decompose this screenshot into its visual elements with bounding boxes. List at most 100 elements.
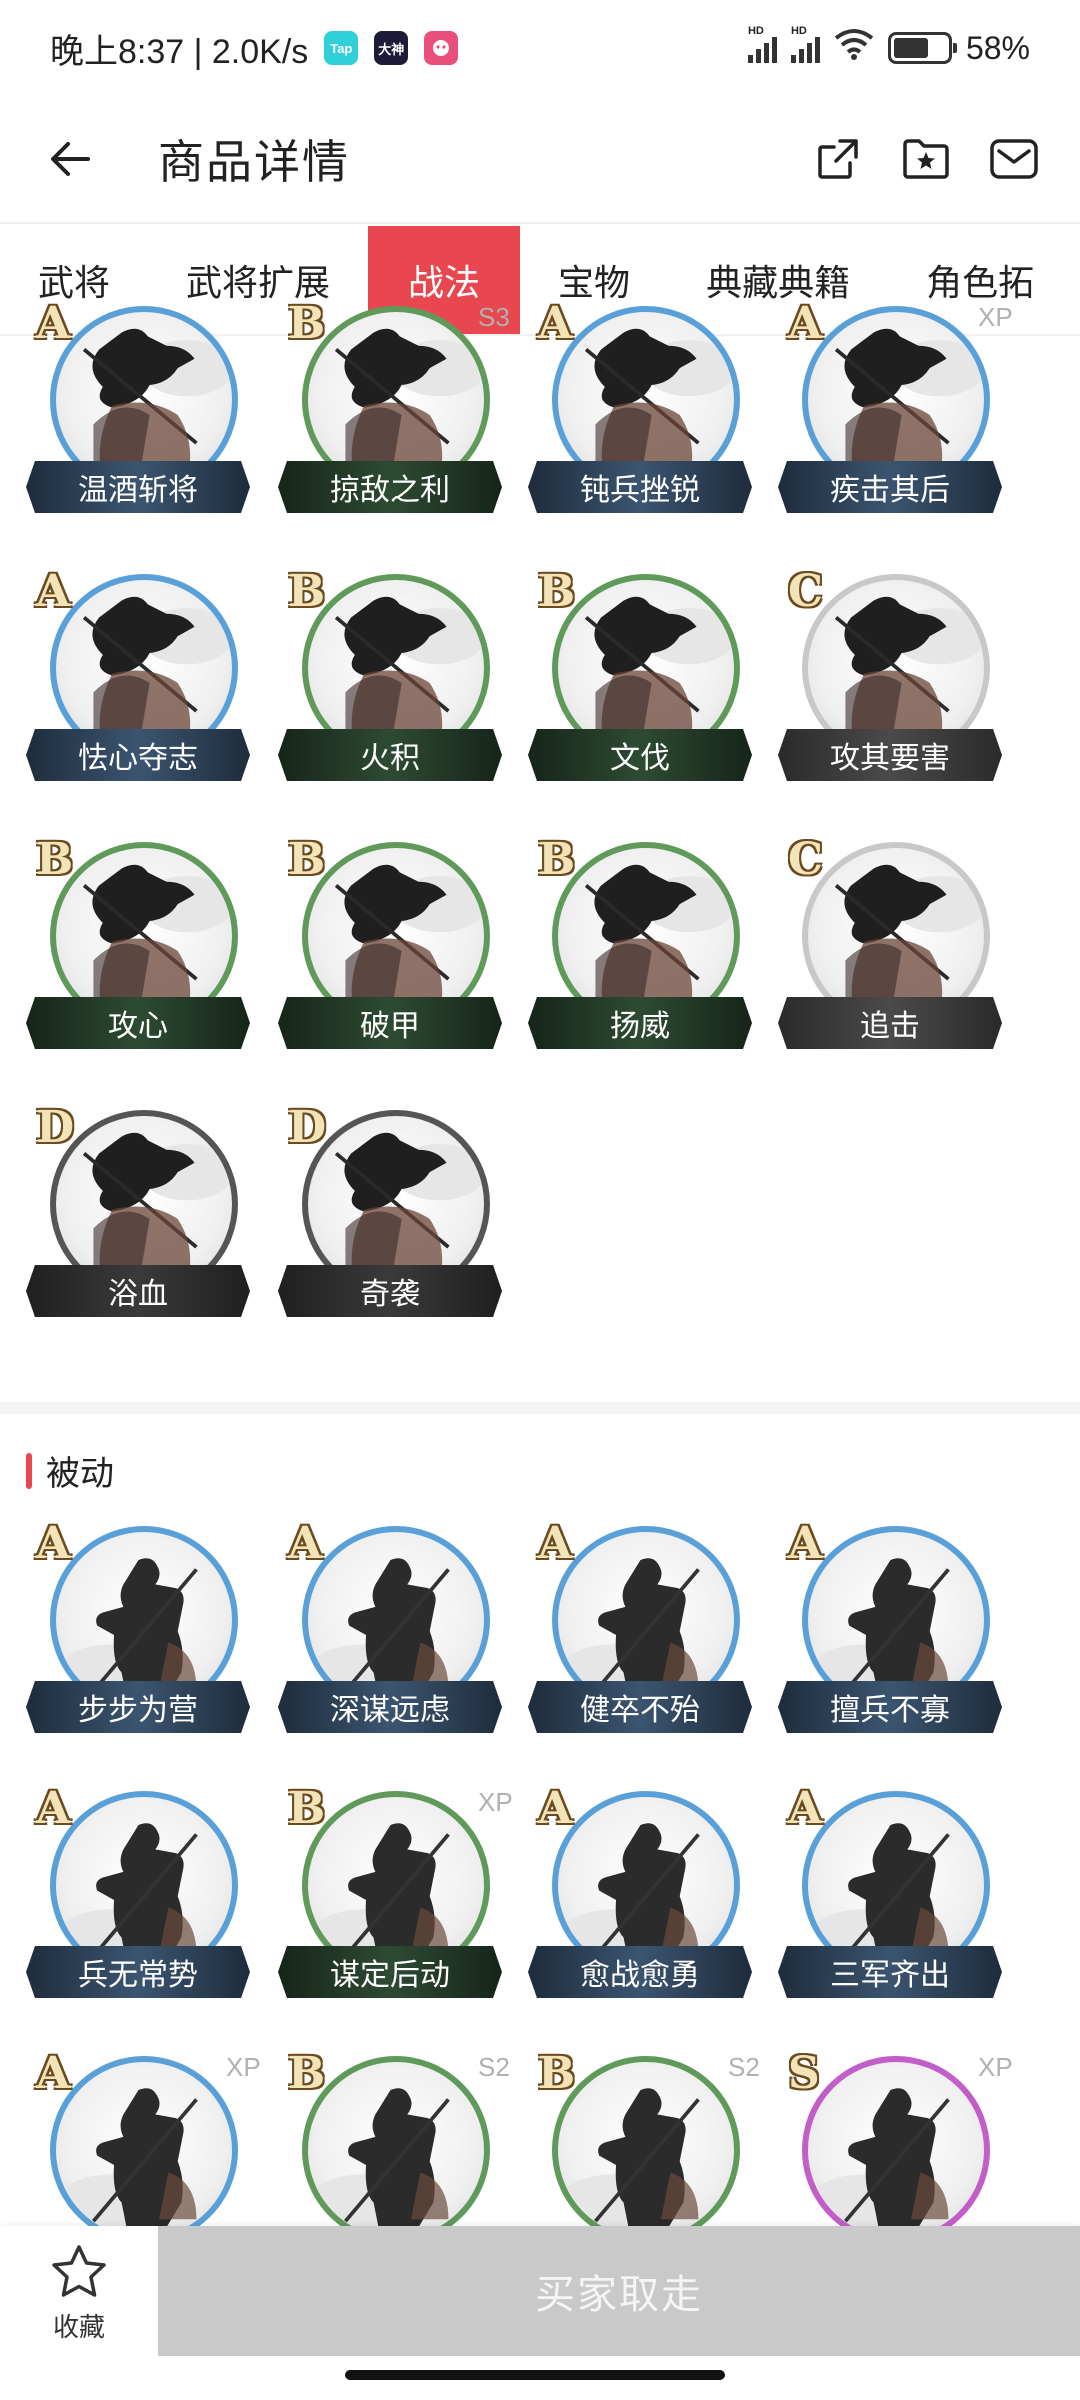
favorite-button[interactable]: 收藏 bbox=[0, 2226, 158, 2360]
tactic-season-tag: S3 bbox=[478, 302, 510, 332]
tactic-portrait bbox=[302, 2056, 490, 2244]
tactic-row: A 怯心夺志 B 火积 B 文伐 C 攻其要害 bbox=[0, 566, 1080, 824]
tactic-card[interactable]: C 追击 bbox=[778, 834, 1008, 1092]
tactic-name: 火积 bbox=[278, 729, 502, 781]
tactic-grade-badge: D bbox=[288, 1102, 327, 1153]
tactic-grade-badge: A bbox=[36, 1783, 71, 1834]
tactic-grade-badge: B bbox=[36, 834, 74, 885]
battery-percent: 58% bbox=[965, 29, 1030, 66]
tactic-card[interactable]: B S3 掠敌之利 bbox=[278, 298, 510, 556]
tactic-grade-badge: C bbox=[788, 834, 824, 885]
tactic-name: 兵无常势 bbox=[26, 1946, 250, 1998]
share-icon[interactable] bbox=[812, 133, 864, 185]
tactic-card[interactable]: A 步步为营 bbox=[26, 1518, 256, 1776]
tactic-card[interactable]: A XP 疾击其后 bbox=[778, 298, 1013, 556]
battery-icon bbox=[887, 32, 957, 64]
app-header: 商品详情 bbox=[0, 96, 1080, 224]
tactic-name: 三军齐出 bbox=[778, 1946, 1002, 1998]
tactic-grade-badge: A bbox=[788, 1783, 823, 1834]
tactic-portrait bbox=[552, 2056, 740, 2244]
wifi-icon bbox=[834, 28, 874, 68]
home-indicator bbox=[345, 2370, 725, 2380]
signal-icon: HD bbox=[747, 25, 777, 63]
tactic-name: 浴血 bbox=[26, 1265, 250, 1317]
tactic-card[interactable]: A 擅兵不寡 bbox=[778, 1518, 1008, 1776]
tactic-card[interactable]: B 攻心 bbox=[26, 834, 256, 1092]
section-accent-bar bbox=[26, 1452, 32, 1489]
section-title: 被动 bbox=[46, 1455, 114, 1493]
header-actions bbox=[812, 133, 1040, 185]
tactic-card[interactable]: B 火积 bbox=[278, 566, 508, 824]
status-right: HD HD 58% bbox=[747, 25, 1030, 68]
tactic-name: 健卒不殆 bbox=[528, 1681, 752, 1733]
tactic-grade-badge: B bbox=[538, 834, 576, 885]
signal-icon: HD bbox=[790, 25, 820, 63]
tactic-grade-badge: B bbox=[288, 566, 326, 617]
active-tactics-grid: A 温酒斩将 B S3 掠敌之利 A 钝兵挫锐 A XP 疾击其后 A 怯心夺志 B 火积 B 文伐 C 攻其要害… bbox=[0, 298, 1080, 1396]
tactic-grade-badge: A bbox=[36, 2048, 71, 2099]
tactic-card[interactable]: A 温酒斩将 bbox=[26, 298, 256, 556]
buyer-takeaway-button[interactable]: 买家取走 bbox=[158, 2226, 1080, 2356]
tactic-grade-badge: A bbox=[288, 1518, 323, 1569]
mail-icon[interactable] bbox=[988, 133, 1040, 185]
status-time: 晚上8:37 | 2.0K/s bbox=[50, 32, 309, 71]
tactic-row: B 攻心 B 破甲 B 扬威 C 追击 bbox=[0, 834, 1080, 1092]
tactic-grade-badge: A bbox=[538, 298, 573, 349]
tactic-name: 深谋远虑 bbox=[278, 1681, 502, 1733]
tactic-name: 擅兵不寡 bbox=[778, 1681, 1002, 1733]
back-arrow-icon[interactable] bbox=[40, 129, 100, 189]
tactic-card[interactable]: A 兵无常势 bbox=[26, 1783, 256, 2041]
tactic-card[interactable]: D 浴血 bbox=[26, 1102, 256, 1360]
tactic-name: 疾击其后 bbox=[778, 461, 1002, 513]
tactic-grade-badge: B bbox=[538, 2048, 576, 2099]
tactic-season-tag: XP bbox=[978, 302, 1013, 332]
tactic-card[interactable]: B XP 谋定后动 bbox=[278, 1783, 513, 2041]
tactic-card[interactable]: A 愈战愈勇 bbox=[528, 1783, 758, 2041]
tactic-card[interactable]: B 扬威 bbox=[528, 834, 758, 1092]
tactic-grade-badge: A bbox=[36, 1518, 71, 1569]
tactic-name: 追击 bbox=[778, 997, 1002, 1049]
folder-star-icon[interactable] bbox=[900, 133, 952, 185]
tactic-card[interactable]: C 攻其要害 bbox=[778, 566, 1008, 824]
tactic-grade-badge: B bbox=[538, 566, 576, 617]
section-divider bbox=[0, 1402, 1080, 1414]
section-header-passive: 被动 bbox=[26, 1446, 114, 1495]
battery-fill bbox=[893, 38, 928, 58]
tactic-grade-badge: D bbox=[36, 1102, 75, 1153]
tactic-card[interactable]: A 深谋远虑 bbox=[278, 1518, 508, 1776]
tactic-card[interactable]: B 文伐 bbox=[528, 566, 758, 824]
tactic-season-tag: XP bbox=[226, 2052, 261, 2082]
passive-tactics-grid: A 步步为营 A 深谋远虑 A 健卒不殆 A 擅兵不寡 A 兵无常势 B XP 谋定后动 A 愈战愈勇 A 三军… bbox=[0, 1518, 1080, 2244]
tactic-season-tag: XP bbox=[978, 2052, 1013, 2082]
tactic-name: 扬威 bbox=[528, 997, 752, 1049]
tactic-portrait bbox=[802, 2056, 990, 2244]
tactic-grade-badge: A bbox=[538, 1783, 573, 1834]
tactic-row: A 温酒斩将 B S3 掠敌之利 A 钝兵挫锐 A XP 疾击其后 bbox=[0, 298, 1080, 556]
tactic-name: 步步为营 bbox=[26, 1681, 250, 1733]
tactic-card[interactable]: A 怯心夺志 bbox=[26, 566, 256, 824]
tactic-grade-badge: A bbox=[538, 1518, 573, 1569]
status-left: 晚上8:37 | 2.0K/s Tap 大神 bbox=[50, 24, 459, 73]
tactic-season-tag: S2 bbox=[478, 2052, 510, 2082]
tactic-name: 怯心夺志 bbox=[26, 729, 250, 781]
star-icon bbox=[52, 2244, 106, 2297]
tactic-grade-badge: A bbox=[788, 298, 823, 349]
tactic-grade-badge: A bbox=[788, 1518, 823, 1569]
tactic-name: 钝兵挫锐 bbox=[528, 461, 752, 513]
tactic-row: A 步步为营 A 深谋远虑 A 健卒不殆 A 擅兵不寡 bbox=[0, 1518, 1080, 1776]
tactic-card[interactable]: A 钝兵挫锐 bbox=[528, 298, 758, 556]
page-title: 商品详情 bbox=[158, 136, 350, 188]
tactic-grade-badge: B bbox=[288, 2048, 326, 2099]
dashen-app-icon: 大神 bbox=[374, 31, 409, 65]
status-bar: 晚上8:37 | 2.0K/s Tap 大神 HD HD 58% bbox=[0, 0, 1080, 96]
taptap-app-icon: Tap bbox=[324, 31, 359, 65]
tactic-card[interactable]: A 三军齐出 bbox=[778, 1783, 1008, 2041]
tactic-grade-badge: C bbox=[788, 566, 824, 617]
tactic-card[interactable]: B 破甲 bbox=[278, 834, 508, 1092]
tactic-grade-badge: B bbox=[288, 1783, 326, 1834]
tactic-portrait bbox=[50, 2056, 238, 2244]
tactic-card[interactable]: A 健卒不殆 bbox=[528, 1518, 758, 1776]
tactic-name: 攻心 bbox=[26, 997, 250, 1049]
tactic-name: 奇袭 bbox=[278, 1265, 502, 1317]
tactic-card[interactable]: D 奇袭 bbox=[278, 1102, 508, 1360]
